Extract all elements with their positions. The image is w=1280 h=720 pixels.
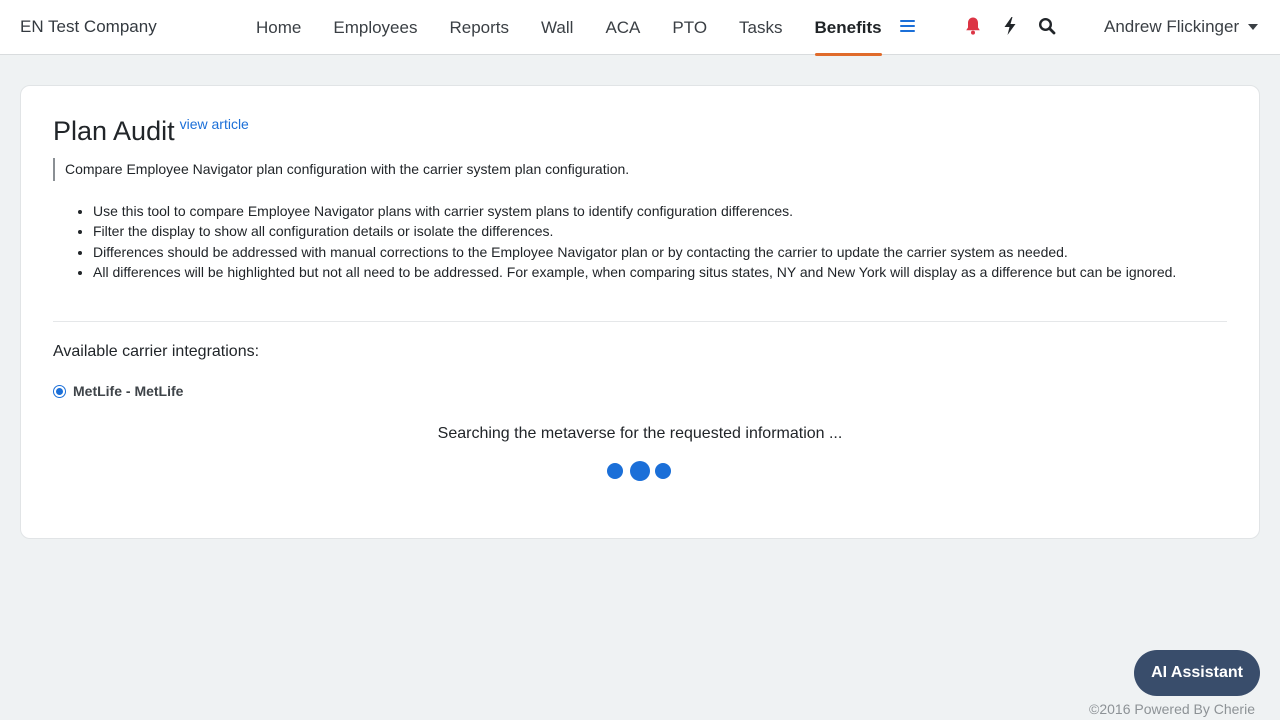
list-item: Differences should be addressed with man… xyxy=(93,242,1233,262)
list-item: Filter the display to show all configura… xyxy=(93,221,1233,241)
divider xyxy=(53,321,1227,322)
user-name: Andrew Flickinger xyxy=(1104,17,1240,36)
title-row: Plan Audit view article xyxy=(53,116,249,147)
loading-message: Searching the metaverse for the requeste… xyxy=(437,425,843,442)
list-item: Use this tool to compare Employee Naviga… xyxy=(93,201,1233,221)
nav-wall[interactable]: Wall xyxy=(525,0,589,55)
chevron-down-icon xyxy=(1248,24,1259,30)
ai-assistant-button[interactable]: AI Assistant xyxy=(1134,650,1260,696)
top-navbar: EN Test Company Home Employees Reports W… xyxy=(0,0,1280,56)
nav-benefits[interactable]: Benefits xyxy=(799,0,898,56)
nav-aca[interactable]: ACA xyxy=(589,0,656,55)
bell-icon[interactable] xyxy=(964,16,984,38)
instructions-list: Use this tool to compare Employee Naviga… xyxy=(93,201,1233,283)
plan-audit-card: Plan Audit view article Compare Employee… xyxy=(20,85,1260,539)
company-name[interactable]: EN Test Company xyxy=(20,17,157,37)
footer-text: ©2016 Powered By Cherie xyxy=(1089,701,1255,717)
nav-tasks[interactable]: Tasks xyxy=(723,0,798,55)
page-title: Plan Audit xyxy=(53,116,175,146)
nav-home[interactable]: Home xyxy=(240,0,317,55)
integration-label[interactable]: MetLife - MetLife xyxy=(73,383,183,399)
integrations-label: Available carrier integrations: xyxy=(53,343,260,360)
loading-dot xyxy=(655,463,671,479)
loading-dot xyxy=(630,461,650,481)
search-icon[interactable] xyxy=(1038,16,1058,38)
lightning-icon[interactable] xyxy=(1002,16,1022,38)
user-menu[interactable]: Andrew Flickinger xyxy=(1104,17,1259,37)
list-item: All differences will be highlighted but … xyxy=(93,262,1233,282)
radio-button[interactable] xyxy=(53,384,66,398)
main-nav: Home Employees Reports Wall ACA PTO Task… xyxy=(240,0,898,56)
intro-text: Compare Employee Navigator plan configur… xyxy=(53,158,629,181)
view-article-link[interactable]: view article xyxy=(180,116,249,132)
nav-employees[interactable]: Employees xyxy=(317,0,433,55)
nav-reports[interactable]: Reports xyxy=(433,0,525,55)
loading-spinner xyxy=(607,460,677,481)
nav-pto[interactable]: PTO xyxy=(656,0,723,55)
menu-icon[interactable] xyxy=(900,20,915,34)
loading-dot xyxy=(607,463,623,479)
integration-option-metlife[interactable]: MetLife - MetLife xyxy=(53,383,183,399)
